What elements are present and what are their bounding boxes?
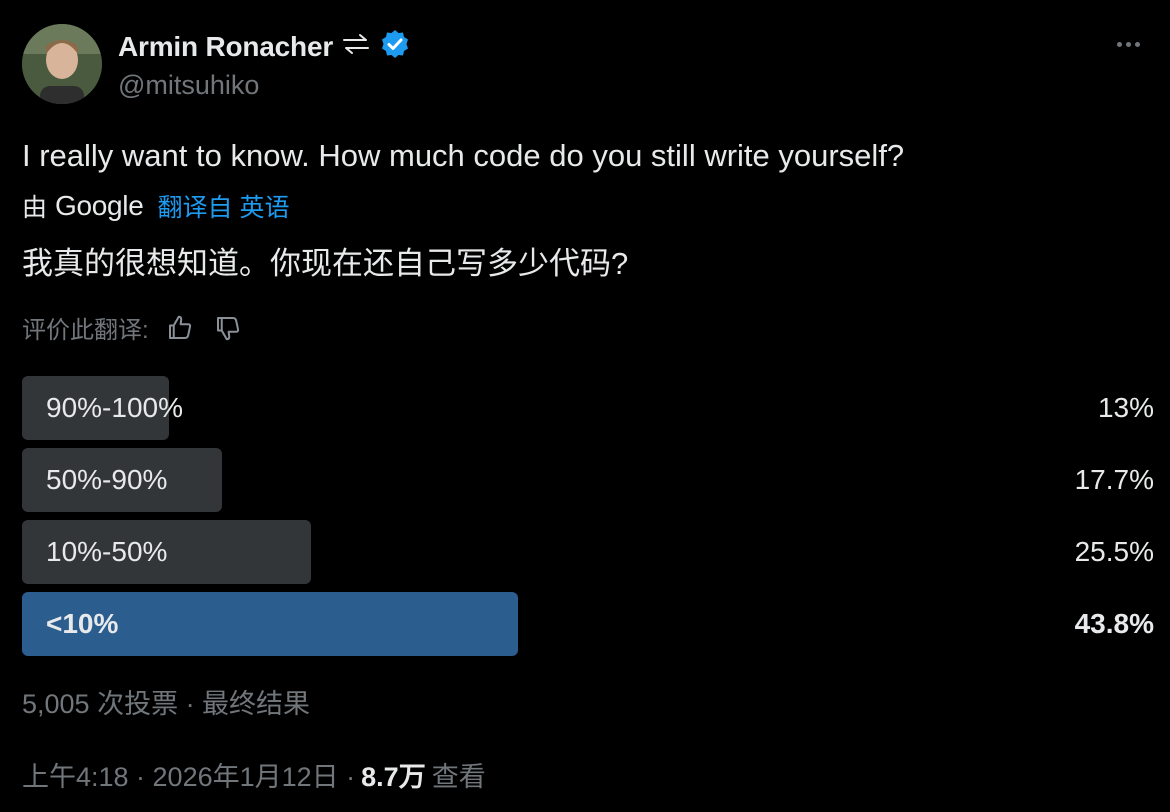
translated-text: 我真的很想知道。你现在还自己写多少代码? [22, 246, 629, 281]
author-name[interactable]: Armin Ronacher [118, 31, 333, 63]
rate-translation-row: 评价此翻译: [22, 310, 245, 345]
tweet-text: I really want to know. How much code do … [22, 138, 905, 173]
rate-translation-label: 评价此翻译: [22, 317, 149, 344]
views-label: 查看 [431, 762, 486, 792]
poll-option-percent: 43.8% [1074, 608, 1154, 639]
poll-option: 90%-100% 13% [22, 376, 1154, 440]
poll-option-percent: 13% [1097, 392, 1154, 423]
poll-option-label: <10% [46, 608, 119, 639]
poll-option: 10%-50% 25.5% [22, 520, 1154, 584]
verified-badge-icon[interactable] [379, 28, 411, 65]
thumbs-up-icon[interactable] [163, 311, 197, 345]
thumbs-down-icon[interactable] [211, 311, 245, 345]
tweet-timestamp: 上午4:18 · 2026年1月12日 · 8.7万 查看 [22, 755, 486, 794]
poll: 90%-100% 13% 50%-90% 17.7% 10%-50% 25.5% <10% 4… [22, 376, 1154, 664]
poll-option: <10% 43.8% [22, 592, 1154, 656]
poll-option-percent: 25.5% [1074, 536, 1154, 567]
author-row: Armin Ronacher [118, 28, 411, 65]
automated-swap-icon [341, 32, 371, 61]
avatar[interactable] [22, 24, 102, 104]
poll-option-label: 90%-100% [46, 392, 183, 423]
google-logo: Google [55, 190, 144, 221]
translation-attribution: 由 Google 翻译自 英语 [22, 188, 289, 224]
poll-option-percent: 17.7% [1074, 464, 1154, 495]
poll-summary: 5,005 次投票 · 最终结果 [22, 689, 311, 719]
translated-from-link[interactable]: 翻译自 英语 [158, 188, 290, 224]
translated-by-label: 由 [22, 194, 48, 222]
author-handle[interactable]: @mitsuhiko [118, 70, 259, 101]
poll-option-label: 50%-90% [46, 464, 168, 495]
poll-option-label: 10%-50% [46, 536, 168, 567]
tweet-time[interactable]: 上午4:18 · 2026年1月12日 · [22, 755, 355, 794]
more-options-icon[interactable] [1108, 34, 1148, 54]
poll-option: 50%-90% 17.7% [22, 448, 1154, 512]
views-count: 8.7万 [361, 762, 426, 792]
